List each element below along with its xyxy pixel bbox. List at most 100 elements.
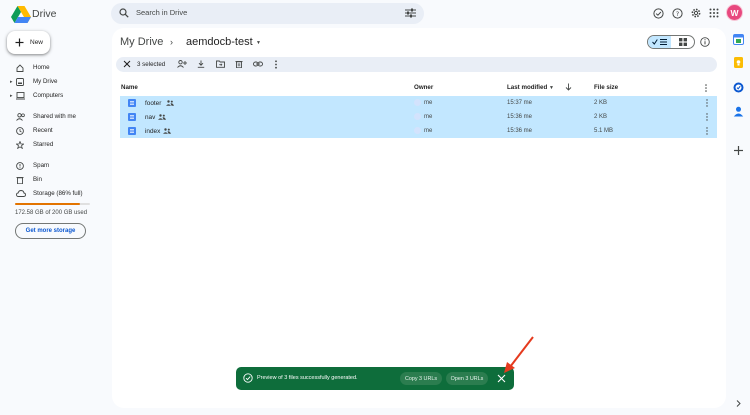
- shared-people-icon: [163, 127, 171, 134]
- account-avatar[interactable]: W: [726, 4, 743, 21]
- file-last-modified: 15:36 me: [507, 113, 533, 120]
- shared-icon: [16, 112, 28, 121]
- drive-logo-icon[interactable]: [11, 6, 31, 24]
- file-size: 2 KB: [594, 113, 608, 120]
- table-row[interactable]: nav me 15:36 me 2 KB: [120, 110, 717, 124]
- download-icon[interactable]: [197, 60, 205, 68]
- star-icon: [16, 140, 28, 149]
- file-size: 2 KB: [594, 99, 608, 106]
- view-toggle[interactable]: [647, 35, 695, 49]
- breadcrumb-my-drive[interactable]: My Drive: [120, 36, 163, 48]
- sidebar-item-home[interactable]: Home: [10, 61, 105, 74]
- column-header-last-modified[interactable]: Last modified ▼: [507, 84, 554, 91]
- file-last-modified: 15:36 me: [507, 127, 533, 134]
- selected-count: 3 selected: [137, 60, 166, 68]
- toast-message: Preview of 3 files successfully generate…: [257, 375, 358, 381]
- google-doc-icon: [128, 127, 136, 135]
- column-header-owner[interactable]: Owner: [414, 84, 433, 91]
- home-icon: [16, 63, 28, 72]
- get-more-storage-button[interactable]: Get more storage: [15, 223, 86, 239]
- cloud-icon: [16, 190, 28, 197]
- settings-gear-icon[interactable]: [689, 6, 703, 20]
- sidebar-item-storage[interactable]: Storage (86% full): [10, 187, 105, 200]
- folder-dropdown-caret-icon[interactable]: ▼: [256, 40, 261, 46]
- check-circle-icon: [243, 373, 253, 383]
- breadcrumb-current-folder[interactable]: aemdocb-test: [186, 36, 253, 48]
- app-name[interactable]: Drive: [32, 6, 57, 22]
- computers-icon: [16, 91, 28, 100]
- clear-selection-icon[interactable]: [123, 60, 131, 68]
- google-doc-icon: [128, 113, 136, 121]
- svg-text:?: ?: [675, 9, 678, 17]
- shared-people-icon: [158, 113, 166, 120]
- row-more-actions-icon[interactable]: [705, 127, 709, 135]
- delete-trash-icon[interactable]: [235, 60, 243, 68]
- row-more-actions-icon[interactable]: [705, 113, 709, 121]
- dropdown-caret-icon: ▼: [548, 85, 554, 91]
- google-doc-icon: [128, 99, 136, 107]
- collapse-side-panel-chevron-icon[interactable]: [733, 398, 744, 409]
- column-header-name[interactable]: Name: [121, 84, 138, 91]
- annotation-arrow-icon: [500, 335, 536, 375]
- sort-direction-arrow-icon[interactable]: [565, 83, 572, 91]
- owner-avatar: [414, 99, 421, 106]
- selection-toolbar: 3 selected: [116, 57, 717, 72]
- file-name[interactable]: footer: [145, 100, 161, 107]
- info-icon[interactable]: [700, 37, 710, 47]
- sidebar-item-recent[interactable]: Recent: [10, 124, 105, 137]
- my-drive-icon: [16, 77, 28, 86]
- storage-progress-bar: [15, 203, 90, 205]
- copy-link-icon[interactable]: [253, 60, 263, 68]
- copy-urls-button[interactable]: Copy 3 URLs: [400, 372, 442, 385]
- search-bar[interactable]: Search in Drive: [111, 3, 424, 24]
- search-filter-icon[interactable]: [405, 8, 416, 18]
- file-owner: me: [424, 99, 433, 106]
- owner-avatar: [414, 113, 421, 120]
- file-name[interactable]: nav: [145, 114, 155, 121]
- calendar-app-icon[interactable]: [733, 34, 744, 45]
- sidebar-item-shared[interactable]: Shared with me: [10, 110, 105, 123]
- sidebar-item-my-drive[interactable]: ▸ My Drive: [10, 75, 105, 88]
- list-view-button[interactable]: [648, 36, 671, 48]
- search-icon[interactable]: [119, 8, 129, 18]
- column-header-file-size[interactable]: File size: [594, 84, 618, 91]
- trash-icon: [16, 176, 28, 184]
- new-label: New: [30, 39, 44, 46]
- file-owner: me: [424, 127, 433, 134]
- close-toast-icon[interactable]: [497, 374, 506, 383]
- file-owner: me: [424, 113, 433, 120]
- owner-avatar: [414, 127, 421, 134]
- column-options-icon[interactable]: [704, 84, 708, 92]
- new-button[interactable]: New: [7, 31, 50, 54]
- file-last-modified: 15:37 me: [507, 99, 533, 106]
- file-name[interactable]: index: [145, 128, 160, 135]
- storage-usage-text: 172.58 GB of 200 GB used: [15, 210, 88, 216]
- sidebar-item-computers[interactable]: ▸ Computers: [10, 89, 105, 102]
- share-person-add-icon[interactable]: [177, 60, 187, 68]
- apps-grid-icon[interactable]: [707, 6, 721, 20]
- move-to-folder-icon[interactable]: [216, 60, 225, 68]
- sidebar-item-bin[interactable]: Bin: [10, 173, 105, 186]
- file-size: 5.1 MB: [594, 127, 614, 134]
- tasks-app-icon[interactable]: [733, 82, 744, 93]
- help-icon[interactable]: ?: [670, 6, 684, 20]
- storage-progress-fill: [15, 203, 80, 205]
- table-row[interactable]: footer me 15:37 me 2 KB: [120, 96, 717, 110]
- search-input[interactable]: Search in Drive: [136, 8, 187, 17]
- open-urls-button[interactable]: Open 3 URLs: [446, 372, 488, 385]
- keep-notes-app-icon[interactable]: [733, 57, 744, 68]
- row-more-actions-icon[interactable]: [705, 99, 709, 107]
- contacts-app-icon[interactable]: [733, 106, 744, 117]
- grid-view-button[interactable]: [671, 36, 694, 48]
- add-addon-plus-icon[interactable]: [733, 145, 744, 156]
- more-actions-icon[interactable]: [274, 60, 278, 69]
- notification-toast: Preview of 3 files successfully generate…: [236, 367, 514, 390]
- sidebar-item-spam[interactable]: Spam: [10, 159, 105, 172]
- plus-icon: [15, 38, 24, 47]
- spam-icon: [16, 161, 28, 170]
- clock-icon: [16, 126, 28, 135]
- table-row[interactable]: index me 15:36 me 5.1 MB: [120, 124, 717, 138]
- offline-ready-icon[interactable]: [651, 6, 665, 20]
- shared-people-icon: [166, 99, 174, 106]
- sidebar-item-starred[interactable]: Starred: [10, 138, 105, 151]
